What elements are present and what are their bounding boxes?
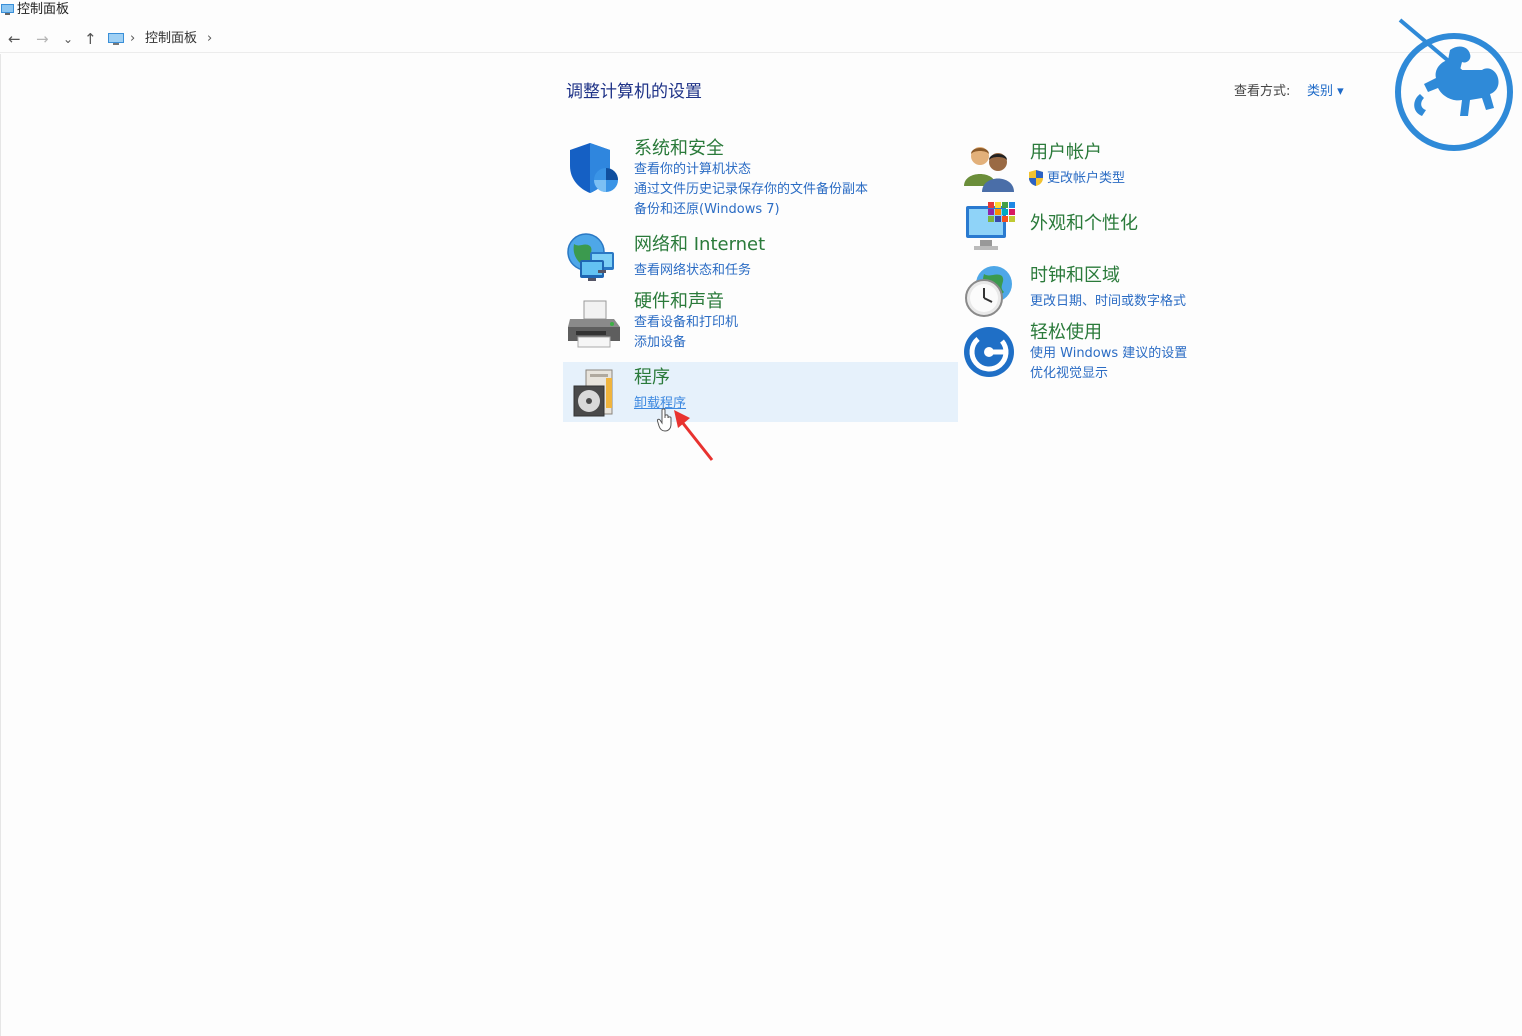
link-optimize-visual-display[interactable]: 优化视觉显示 [1030,366,1108,382]
ease-of-access-icon[interactable] [962,324,1018,380]
view-by-label: 查看方式: [1234,84,1291,99]
network-globe-icon[interactable] [566,230,622,286]
knight-watermark-logo [1395,18,1513,151]
category-ease-of-access[interactable]: 轻松使用 [1030,322,1102,344]
uac-shield-icon [1029,170,1043,186]
category-appearance-and-personalization[interactable]: 外观和个性化 [1030,213,1138,235]
view-by-dropdown[interactable]: 类别 ▾ [1307,84,1344,100]
annotation-arrow-icon [674,410,714,461]
control-panel-icon [1,4,14,15]
link-backup-and-restore[interactable]: 备份和还原(Windows 7) [634,202,780,218]
link-network-status-and-tasks[interactable]: 查看网络状态和任务 [634,263,751,279]
link-check-computer-status[interactable]: 查看你的计算机状态 [634,162,751,178]
category-network-and-internet[interactable]: 网络和 Internet [634,234,765,256]
control-panel-icon [108,33,124,45]
shield-icon[interactable] [566,140,622,196]
up-button[interactable]: ↑ [84,30,97,48]
navigation-pane-border [0,54,1,1036]
recent-locations-button[interactable]: ⌄ [63,30,73,48]
printer-icon[interactable] [566,297,622,353]
forward-button[interactable]: → [36,30,49,48]
category-system-and-security[interactable]: 系统和安全 [634,138,724,160]
user-accounts-icon[interactable] [962,140,1018,196]
link-windows-suggested-settings[interactable]: 使用 Windows 建议的设置 [1030,346,1187,362]
breadcrumb-separator[interactable]: › [130,31,135,47]
appearance-monitor-palette-icon[interactable] [962,198,1018,254]
link-devices-and-printers[interactable]: 查看设备和打印机 [634,315,738,331]
category-clock-and-region[interactable]: 时钟和区域 [1030,265,1120,287]
link-add-device[interactable]: 添加设备 [634,335,686,351]
page-title: 调整计算机的设置 [566,82,702,102]
link-file-history-backup[interactable]: 通过文件历史记录保存你的文件备份副本 [634,182,868,198]
window-title: 控制面板 [17,2,70,17]
programs-disc-box-icon[interactable] [570,366,626,422]
back-button[interactable]: ← [8,30,21,48]
clock-globe-icon[interactable] [962,264,1018,320]
link-change-account-type[interactable]: 更改帐户类型 [1047,171,1125,187]
link-change-date-time-number-format[interactable]: 更改日期、时间或数字格式 [1030,294,1186,310]
address-bar: ← → ⌄ ↑ › 控制面板 › [0,26,1522,53]
category-programs[interactable]: 程序 [634,367,670,389]
category-user-accounts[interactable]: 用户帐户 [1030,142,1102,164]
breadcrumb-separator[interactable]: › [207,31,212,47]
title-bar: 控制面板 [0,0,1522,22]
breadcrumb-control-panel[interactable]: 控制面板 [145,31,197,47]
category-hardware-and-sound[interactable]: 硬件和声音 [634,291,724,313]
